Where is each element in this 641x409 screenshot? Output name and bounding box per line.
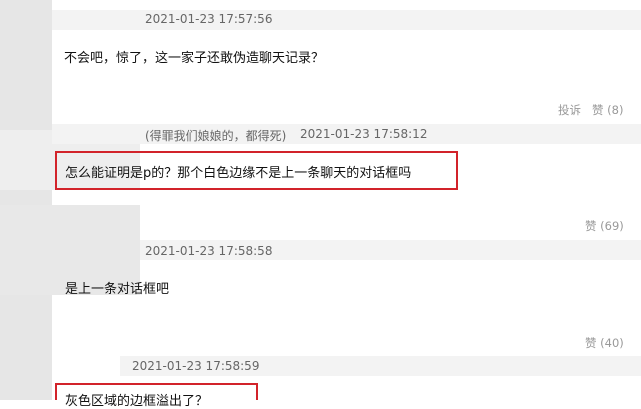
comment-text: 不会吧，惊了，这一家子还敢伪造聊天记录？ — [64, 51, 325, 66]
comment-nickname[interactable]: (得罪我们娘娘的，都得死) — [145, 127, 286, 144]
comment-text: 怎么能证明是p的？那个白色边缘不是上一条聊天的对话框吗 — [65, 166, 412, 181]
comment-text: 是上一条对话框吧 — [65, 282, 170, 297]
like-button[interactable]: 赞 (40) — [585, 335, 624, 351]
like-button[interactable]: 赞 (8) — [592, 102, 623, 118]
comment-timestamp: 2021-01-23 17:58:58 — [145, 244, 273, 258]
report-link[interactable]: 投诉 — [558, 102, 581, 118]
comment-header — [52, 10, 641, 30]
comment-timestamp: 2021-01-23 17:57:56 — [145, 12, 273, 26]
like-button[interactable]: 赞 (69) — [585, 218, 624, 234]
comment-timestamp: 2021-01-23 17:58:59 — [132, 359, 260, 373]
comment-timestamp: 2021-01-23 17:58:12 — [300, 127, 428, 141]
avatar-column — [0, 0, 52, 400]
